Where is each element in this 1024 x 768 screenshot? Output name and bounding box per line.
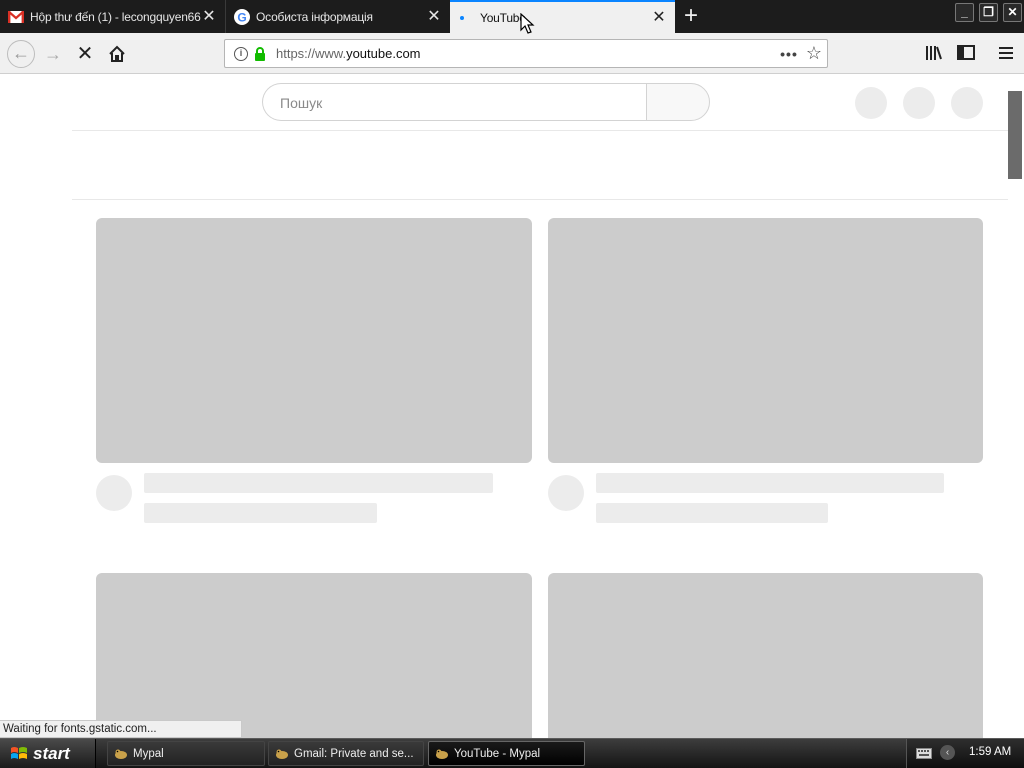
status-bar: Waiting for fonts.gstatic.com... [0, 720, 242, 738]
header-divider [72, 130, 1008, 131]
library-icon[interactable] [924, 44, 944, 62]
header-placeholder-circle [951, 87, 983, 119]
address-bar[interactable]: i https://www.youtube.com ••• ☆ [224, 39, 828, 68]
loading-dot-icon [458, 10, 474, 26]
task-label: Mypal [133, 747, 164, 760]
close-tab-icon[interactable]: ✕ [201, 8, 217, 25]
video-thumbnail-placeholder[interactable] [548, 573, 983, 753]
video-title-placeholder [596, 473, 944, 493]
url-scheme: https://www. [276, 46, 347, 61]
channel-avatar-placeholder [548, 475, 584, 511]
mypal-icon [275, 747, 289, 761]
windows-logo-icon [10, 745, 28, 762]
back-arrow-icon[interactable]: ← [7, 40, 35, 68]
restore-window-button[interactable]: ❐ [979, 3, 998, 22]
tab-title: YouTube [480, 10, 526, 25]
url-text[interactable]: https://www.youtube.com [276, 46, 777, 61]
search-input[interactable] [278, 94, 622, 112]
tab-title: Особиста інформація [256, 9, 373, 24]
video-thumbnail-placeholder[interactable] [96, 218, 532, 463]
page-actions-menu-icon[interactable]: ••• [777, 46, 801, 62]
video-thumbnail-placeholder[interactable] [548, 218, 983, 463]
forward-arrow-icon[interactable]: → [40, 41, 66, 67]
taskbar-item-gmail[interactable]: Gmail: Private and se... [268, 741, 424, 766]
system-tray: ‹ 1:59 AM [906, 739, 1024, 768]
header-placeholder-circle [903, 87, 935, 119]
close-tab-icon[interactable]: ✕ [651, 9, 667, 26]
tab-title: Hộp thư đến (1) - lecongquyen66 [30, 9, 201, 24]
home-icon[interactable] [104, 41, 130, 67]
google-icon: G [234, 8, 250, 25]
sidebar-toggle-icon[interactable] [956, 44, 976, 62]
start-label: start [33, 743, 70, 763]
keyboard-icon[interactable] [916, 748, 932, 762]
close-window-button[interactable]: ✕ [1003, 3, 1022, 22]
taskbar-item-mypal[interactable]: Mypal [107, 741, 265, 766]
chips-divider [72, 199, 1008, 200]
mypal-icon [114, 747, 128, 761]
stop-loading-icon[interactable]: ✕ [72, 41, 98, 67]
search-button[interactable] [646, 83, 710, 121]
bookmark-star-icon[interactable]: ☆ [801, 43, 827, 64]
svg-text:G: G [237, 10, 246, 24]
task-label: Gmail: Private and se... [294, 747, 414, 760]
taskbar-item-youtube[interactable]: YouTube - Mypal [428, 741, 585, 766]
scrollbar-thumb[interactable] [1008, 91, 1022, 179]
mypal-icon [435, 747, 449, 761]
new-tab-button[interactable]: + [678, 4, 704, 30]
channel-avatar-placeholder [96, 475, 132, 511]
search-box[interactable] [262, 83, 647, 121]
header-placeholder-circle [855, 87, 887, 119]
task-label: YouTube - Mypal [454, 747, 541, 760]
expand-tray-chevron-icon[interactable]: ‹ [940, 745, 955, 760]
tab-personal-info[interactable]: G Особиста інформація ✕ [225, 0, 450, 33]
site-info-icon[interactable]: i [234, 46, 248, 61]
start-button[interactable]: start [0, 739, 96, 768]
mouse-cursor-icon [520, 12, 536, 35]
gmail-icon [8, 9, 24, 25]
close-tab-icon[interactable]: ✕ [426, 8, 442, 25]
tab-gmail[interactable]: Hộp thư đến (1) - lecongquyen66 ✕ [0, 0, 225, 33]
video-title-placeholder [144, 473, 493, 493]
clock[interactable]: 1:59 AM [969, 746, 1011, 758]
hamburger-menu-icon[interactable] [996, 44, 1016, 62]
secure-lock-icon[interactable] [254, 46, 266, 61]
tab-youtube[interactable]: YouTube ✕ [450, 0, 675, 33]
minimize-window-button[interactable]: _ [955, 3, 974, 22]
video-meta-placeholder [144, 503, 377, 523]
video-meta-placeholder [596, 503, 828, 523]
url-host: youtube.com [346, 46, 421, 61]
